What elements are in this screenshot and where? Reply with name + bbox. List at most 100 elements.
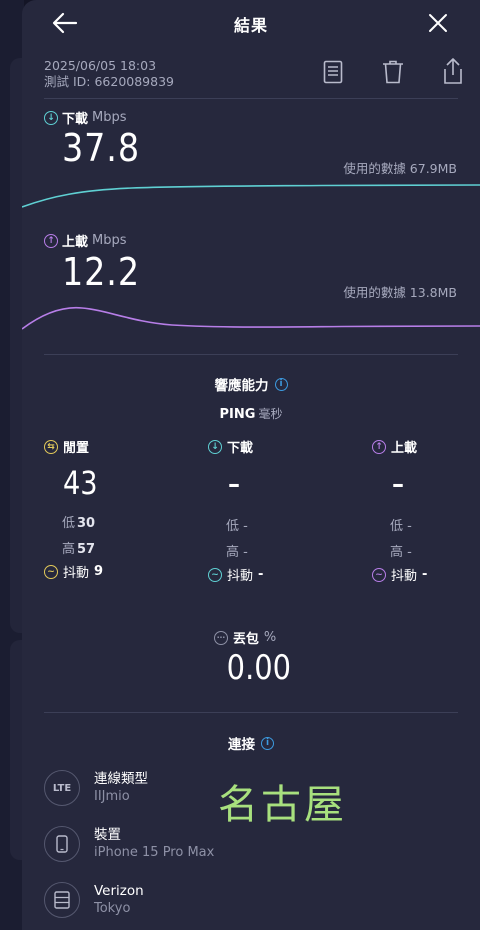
info-icon[interactable]: i xyxy=(274,377,288,391)
download-graph xyxy=(22,184,480,208)
server-title: Verizon xyxy=(94,883,144,899)
ping-upload-low: 低 - xyxy=(390,515,472,534)
jitter-icon: ~ xyxy=(208,567,222,582)
ping-download-column: ↓ 下載 – 低 - 高 - ~ 抖動 - xyxy=(208,437,348,584)
lte-icon: LTE xyxy=(44,770,80,806)
ping-idle-value: 43 xyxy=(63,464,98,502)
ping-idle-low-value: 30 xyxy=(77,516,96,531)
ping-idle-low: 低 30 xyxy=(62,512,184,531)
responsiveness-title: 響應能力 i xyxy=(22,374,480,394)
location-overlay-text: 名古屋 xyxy=(218,782,347,828)
trash-icon xyxy=(383,60,403,84)
low-label: 低 xyxy=(62,516,76,531)
server-icon xyxy=(44,882,80,918)
ping-upload-header: ↑ 上載 xyxy=(372,437,472,456)
ping-upload-high: 高 - xyxy=(390,541,472,560)
download-arrow-icon: ↓ xyxy=(44,110,58,125)
ping-upload-low-value: - xyxy=(407,519,412,534)
share-button[interactable] xyxy=(440,56,466,86)
download-label-text: 下載 xyxy=(62,112,89,127)
high-label: 高 xyxy=(226,545,240,560)
packet-loss-label: ⋯ 丟包 % xyxy=(22,628,474,647)
ping-unit: 毫秒 xyxy=(258,407,283,421)
packet-loss-value: 0.00 xyxy=(226,648,292,688)
jitter-label: 抖動 xyxy=(63,566,90,581)
jitter-icon: ~ xyxy=(372,567,386,582)
ping-upload-value: – xyxy=(392,470,404,498)
upload-speed: 12.2 xyxy=(62,250,140,294)
ping-upload-column: ↑ 上載 – 低 - 高 - ~ 抖動 - xyxy=(372,437,472,584)
page-title: 結果 xyxy=(233,16,268,35)
ping-download-high-value: - xyxy=(243,545,248,560)
connection-title-text: 連接 xyxy=(228,737,255,753)
test-id: 測試 ID: 6620089839 xyxy=(44,74,174,89)
details-button[interactable] xyxy=(320,58,346,86)
ping-label: PING 毫秒 xyxy=(22,405,480,422)
low-label: 低 xyxy=(226,519,240,534)
jitter-label: 抖動 xyxy=(227,569,254,584)
ping-upload-jitter-value: - xyxy=(422,567,428,582)
download-unit: Mbps xyxy=(92,110,127,125)
download-data-used: 使用的數據 67.9MB xyxy=(343,161,457,176)
info-icon[interactable]: i xyxy=(261,736,274,750)
ping-download-high: 高 - xyxy=(226,541,348,560)
device-title: 裝置 xyxy=(94,827,121,843)
ping-download-jitter: ~ 抖動 - xyxy=(208,565,348,584)
ping-download-header: ↓ 下載 xyxy=(208,437,348,456)
ping-download-jitter-value: - xyxy=(258,567,264,582)
ping-download-low-value: - xyxy=(243,519,248,534)
packet-loss-icon: ⋯ xyxy=(213,630,228,645)
ping-download-value: – xyxy=(228,470,240,498)
device-value: iPhone 15 Pro Max xyxy=(94,845,215,860)
ping-idle-label: 閒置 xyxy=(63,441,90,456)
responsiveness-title-text: 響應能力 xyxy=(214,378,269,394)
device-row: 裝置 iPhone 15 Pro Max xyxy=(44,826,214,862)
ping-download-low: 低 - xyxy=(226,515,348,534)
ping-idle-header: ⇆ 閒置 xyxy=(44,437,184,456)
connection-title: 連接 i xyxy=(22,733,480,753)
delete-button[interactable] xyxy=(380,58,406,86)
server-location: Tokyo xyxy=(94,901,131,916)
high-label: 高 xyxy=(390,545,404,560)
close-icon xyxy=(429,14,447,32)
high-label: 高 xyxy=(62,542,76,557)
ping-upload-label: 上載 xyxy=(391,441,418,456)
document-icon xyxy=(323,60,343,84)
download-label: ↓ 下載 Mbps xyxy=(44,108,127,127)
server-row: Verizon Tokyo xyxy=(44,882,144,918)
lte-icon-text: LTE xyxy=(52,782,72,794)
divider xyxy=(44,354,458,355)
upload-data-used: 使用的數據 13.8MB xyxy=(343,285,457,300)
connection-type-value: IIJmio xyxy=(94,789,130,804)
divider xyxy=(44,98,458,99)
connection-type-row: LTE 連線類型 IIJmio xyxy=(44,770,148,806)
download-speed: 37.8 xyxy=(62,126,140,170)
packet-loss-value-wrap: 0.00 xyxy=(22,648,480,688)
upload-graph xyxy=(22,306,480,330)
ping-idle-jitter-value: 9 xyxy=(94,564,104,579)
upload-label-text: 上載 xyxy=(62,235,89,250)
close-button[interactable] xyxy=(424,10,452,36)
upload-arrow-icon: ↑ xyxy=(44,233,58,248)
download-arrow-icon: ↓ xyxy=(208,439,222,454)
ping-idle-high: 高 57 xyxy=(62,538,184,557)
packet-loss-label-text: 丟包 xyxy=(232,632,259,647)
ping-idle-column: ⇆ 閒置 43 低 30 高 57 ~ 抖動 9 xyxy=(44,437,184,581)
upload-arrow-icon: ↑ xyxy=(372,439,386,454)
divider xyxy=(44,712,458,713)
share-icon xyxy=(444,58,462,84)
jitter-icon: ~ xyxy=(44,564,58,579)
upload-unit: Mbps xyxy=(92,233,127,248)
connection-type-title: 連線類型 xyxy=(94,771,148,787)
idle-icon: ⇆ xyxy=(44,439,58,454)
phone-icon xyxy=(44,826,80,862)
ping-upload-high-value: - xyxy=(407,545,412,560)
test-datetime: 2025/06/05 18:03 xyxy=(44,58,157,73)
ping-upload-jitter: ~ 抖動 - xyxy=(372,565,472,584)
ping-download-label: 下載 xyxy=(227,441,254,456)
ping-idle-high-value: 57 xyxy=(77,542,96,557)
low-label: 低 xyxy=(390,519,404,534)
ping-label-text: PING xyxy=(219,407,256,422)
upload-label: ↑ 上載 Mbps xyxy=(44,231,127,250)
ping-idle-jitter: ~ 抖動 9 xyxy=(44,562,184,581)
